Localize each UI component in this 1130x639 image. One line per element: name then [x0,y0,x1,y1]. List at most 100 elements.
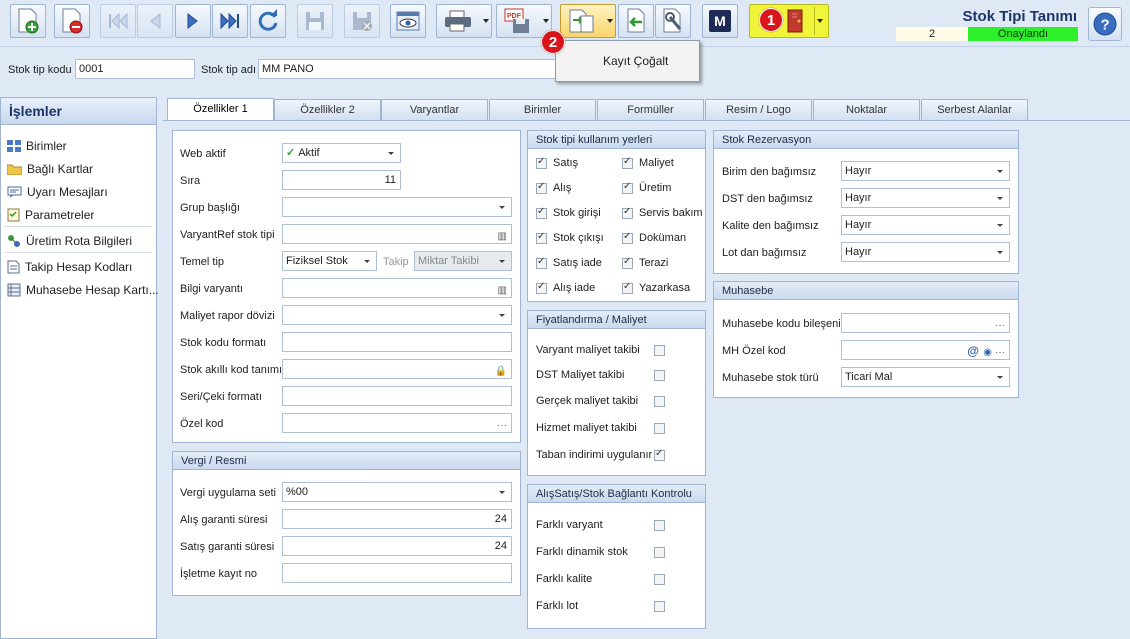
last-record-button[interactable] [212,4,248,38]
delete-record-button[interactable] [54,4,90,38]
vergi-seti-select[interactable]: %00 [282,482,512,502]
alis-garanti-input[interactable]: 24 [282,509,512,529]
sidebar-divider [5,252,152,253]
copy-record-button[interactable] [560,4,616,38]
sidebar-item-label: Takip Hesap Kodları [25,260,133,274]
tab-resim-logo[interactable]: Resim / Logo [705,99,812,120]
web-aktif-select[interactable]: ✓ Aktif [282,143,401,163]
print-button[interactable] [436,4,492,38]
satis-iade-checkbox[interactable] [536,256,547,269]
satis-checkbox[interactable] [536,156,547,169]
temel-tip-select[interactable]: Fiziksel Stok [282,251,377,271]
farkli-kalite-checkbox[interactable] [654,574,665,585]
preview-button[interactable] [390,4,426,38]
view-icon[interactable]: ◉ [983,344,992,359]
terazi-label: Terazi [639,257,669,269]
yazarkasa-checkbox[interactable] [622,281,633,294]
sidebar-item-birimler[interactable]: Birimler [7,139,67,153]
ozel-kod-label: Özel kod [180,418,224,430]
dokuman-checkbox[interactable] [622,231,633,244]
dokuman-label: Doküman [639,232,687,244]
previous-record-button[interactable] [137,4,173,38]
sidebar-item-parametreler[interactable]: Parametreler [7,208,94,222]
sidebar-item-muhasebe-hesap-karti[interactable]: Muhasebe Hesap Kartı... [7,283,159,297]
muhasebe-kodu-input[interactable]: ··· [841,313,1010,333]
new-record-button[interactable] [10,4,46,38]
farkli-lot-checkbox[interactable] [654,601,665,612]
tab-ozellikler-1[interactable]: Özellikler 1 [167,98,274,121]
refresh-button[interactable] [250,4,286,38]
varyantref-input[interactable]: ▥ [282,224,512,244]
varyant-maliyet-checkbox[interactable] [654,345,665,356]
barcode-icon[interactable]: ▥ [498,228,507,243]
takip-select[interactable]: Miktar Takibi [414,251,512,271]
muhasebe-stok-turu-select[interactable]: Ticari Mal [841,367,1010,387]
alis-checkbox[interactable] [536,181,547,194]
maliyet-rapor-dovizi-select[interactable] [282,305,512,325]
sidebar-item-takip-hesap-kodlari[interactable]: Takip Hesap Kodları [7,260,132,274]
hizmet-maliyet-checkbox[interactable] [654,423,665,434]
ellipsis-icon[interactable]: ··· [995,344,1005,359]
stok-tip-adi-label: Stok tip adı [201,64,257,76]
dst-maliyet-checkbox[interactable] [654,370,665,381]
stok-akilli-kod-input[interactable]: 🔒 [282,359,512,379]
sidebar-divider [5,226,152,227]
varyant-maliyet-label: Varyant maliyet takibi [536,344,640,356]
servis-bakim-label: Servis bakım [639,207,703,219]
sira-input[interactable]: 11 [282,170,401,190]
alis-iade-checkbox[interactable] [536,281,547,294]
lock-icon[interactable]: 🔒 [495,363,507,378]
first-record-button[interactable] [100,4,136,38]
dst-bagimsiz-select[interactable]: Hayır [841,188,1010,208]
ellipsis-icon[interactable]: ··· [497,417,507,432]
ellipsis-icon[interactable]: ··· [995,317,1005,332]
next-record-button[interactable] [175,4,211,38]
stok-tip-adi-input[interactable]: MM PANO [258,59,558,79]
save-button[interactable] [297,4,333,38]
save-close-button[interactable] [344,4,380,38]
lot-bagimsiz-select[interactable]: Hayır [841,242,1010,262]
tab-ozellikler-2[interactable]: Özellikler 2 [274,99,381,120]
alis-garanti-label: Alış garanti süresi [180,514,268,526]
tab-noktalar[interactable]: Noktalar [813,99,920,120]
tab-birimler[interactable]: Birimler [489,99,596,120]
satis-garanti-input[interactable]: 24 [282,536,512,556]
uretim-checkbox[interactable] [622,181,633,194]
import-button[interactable] [618,4,654,38]
menu-item-kayit-cogalt[interactable]: Kayıt Çoğalt [603,54,668,68]
m-module-button[interactable]: M [702,4,738,38]
ozel-kod-input[interactable]: ··· [282,413,512,433]
mh-ozel-kod-input[interactable]: @ ◉ ··· [841,340,1010,360]
taban-indirimi-checkbox[interactable] [654,448,665,461]
tab-formuller[interactable]: Formüller [597,99,704,120]
farkli-varyant-checkbox[interactable] [654,520,665,531]
maliyet-checkbox[interactable] [622,156,633,169]
isletme-kayit-input[interactable] [282,563,512,583]
barcode-icon[interactable]: ▥ [498,282,507,297]
sidebar-item-bagli-kartlar[interactable]: Bağlı Kartlar [7,162,93,176]
alis-label: Alış [553,182,572,194]
stok-tip-kodu-input[interactable]: 0001 [75,59,195,79]
tools-button[interactable] [655,4,691,38]
kalite-bagimsiz-select[interactable]: Hayır [841,215,1010,235]
seri-ceki-formati-input[interactable] [282,386,512,406]
terazi-checkbox[interactable] [622,256,633,269]
servis-bakim-checkbox[interactable] [622,206,633,219]
sidebar-item-uretim-rota-bilgileri[interactable]: Üretim Rota Bilgileri [7,234,132,248]
at-icon[interactable]: @ [967,342,979,359]
sidebar-item-uyari-mesajlari[interactable]: Uyarı Mesajları [7,185,108,199]
grup-basligi-select[interactable] [282,197,512,217]
bilgi-varyanti-label: Bilgi varyantı [180,283,243,295]
tab-serbest-alanlar[interactable]: Serbest Alanlar [921,99,1028,120]
birim-bagimsiz-select[interactable]: Hayır [841,161,1010,181]
gercek-maliyet-checkbox[interactable] [654,396,665,407]
stok-cikisi-checkbox[interactable] [536,231,547,244]
bilgi-varyanti-input[interactable]: ▥ [282,278,512,298]
sidebar-item-label: Bağlı Kartlar [27,162,94,176]
stok-kodu-formati-input[interactable] [282,332,512,352]
stok-girisi-checkbox[interactable] [536,206,547,219]
farkli-lot-label: Farklı lot [536,600,579,612]
farkli-dinamik-stok-checkbox[interactable] [654,547,665,558]
help-button[interactable]: ? [1088,7,1122,41]
tab-varyantlar[interactable]: Varyantlar [381,99,488,120]
